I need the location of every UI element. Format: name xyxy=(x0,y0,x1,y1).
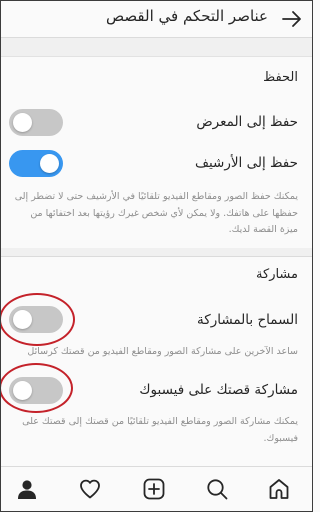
section-gap xyxy=(1,248,312,256)
share-to-facebook-label: مشاركة قصتك على فيسبوك xyxy=(139,382,298,398)
toggle-knob xyxy=(13,381,32,400)
header-bar: عناصر التحكم في القصص xyxy=(1,1,312,38)
heart-icon[interactable] xyxy=(78,477,102,501)
save-to-archive-toggle[interactable] xyxy=(9,150,63,177)
toggle-knob xyxy=(40,154,59,173)
section-title-save: الحفظ xyxy=(263,70,298,85)
header-divider-strip xyxy=(1,38,312,57)
save-to-gallery-toggle[interactable] xyxy=(9,109,63,136)
page-title: عناصر التحكم في القصص xyxy=(106,7,268,25)
allow-sharing-label: السماح بالمشاركة xyxy=(197,312,298,328)
toggle-knob xyxy=(13,113,32,132)
arrow-right-icon[interactable] xyxy=(280,7,304,31)
section-title-sharing: مشاركة xyxy=(256,267,298,282)
search-icon[interactable] xyxy=(205,477,229,501)
toggle-knob xyxy=(13,310,32,329)
profile-icon[interactable] xyxy=(15,477,39,501)
phone-frame: عناصر التحكم في القصص الحفظ حفظ إلى المع… xyxy=(0,0,313,512)
add-post-icon[interactable] xyxy=(142,477,166,501)
save-description: يمكنك حفظ الصور ومقاطع الفيديو تلقائيًا … xyxy=(14,191,298,235)
save-to-gallery-label: حفظ إلى المعرض xyxy=(196,114,298,130)
share-to-facebook-toggle[interactable] xyxy=(9,377,63,404)
allow-sharing-description: ساعد الآخرين على مشاركة الصور ومقاطع الف… xyxy=(27,346,298,357)
bottom-navigation xyxy=(1,466,312,511)
save-to-archive-label: حفظ إلى الأرشيف xyxy=(194,155,298,171)
section-divider xyxy=(1,256,312,257)
home-icon[interactable] xyxy=(267,477,291,501)
share-to-facebook-description: يمكنك مشاركة الصور ومقاطع الفيديو تلقائي… xyxy=(22,416,298,444)
allow-sharing-toggle[interactable] xyxy=(9,306,63,333)
